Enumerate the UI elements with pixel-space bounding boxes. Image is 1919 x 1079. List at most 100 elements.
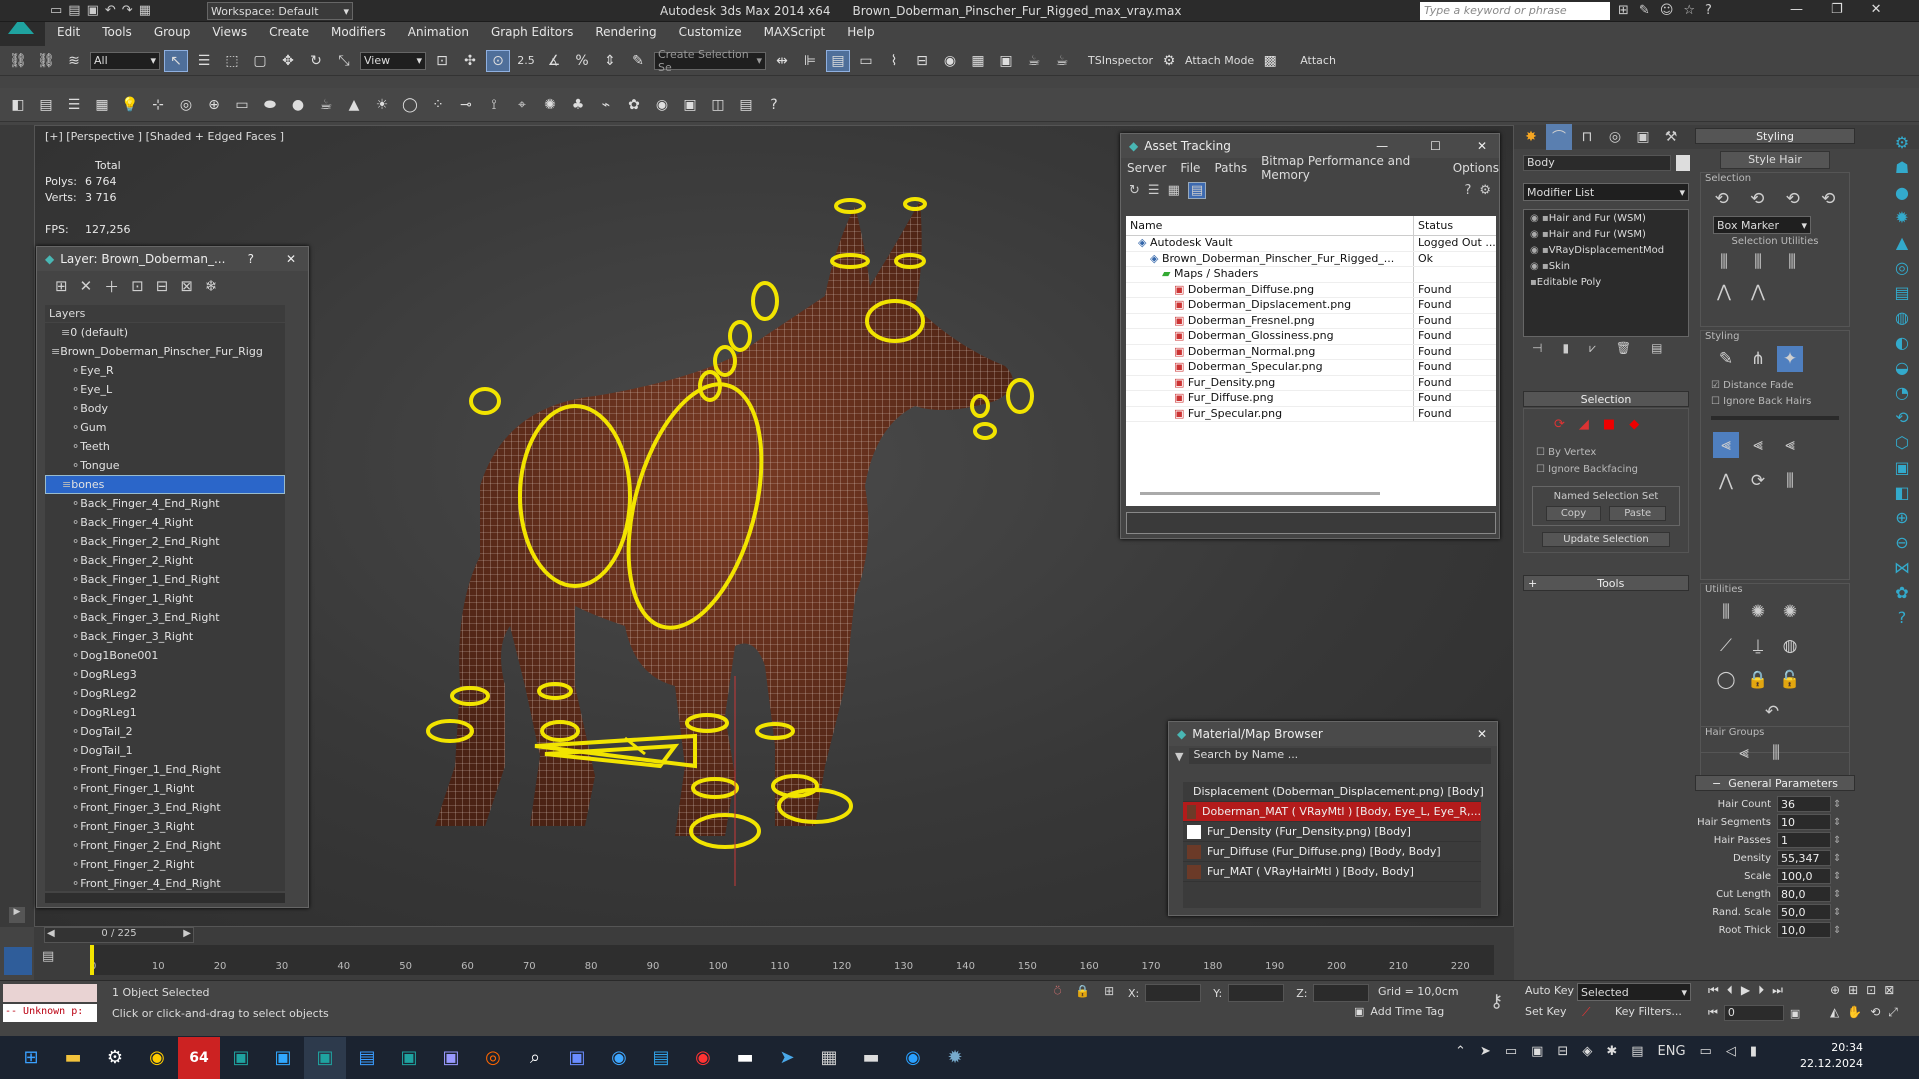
render-setup-icon[interactable]: ▦ — [966, 50, 990, 72]
after-effects-icon[interactable]: ▣ — [430, 1037, 472, 1079]
zoom-extents-icon[interactable]: ⊡ — [1866, 983, 1876, 997]
asset-row[interactable]: ▣ Doberman_Dipslacement.png Found — [1126, 298, 1496, 314]
hierarchy-tab-icon[interactable]: ⊓ — [1574, 124, 1600, 150]
bone-ring[interactable] — [751, 281, 779, 321]
time-slider[interactable]: ◀ 0 / 225 ▶ — [44, 927, 194, 943]
expand-selection-icon[interactable]: ⫼ — [1779, 249, 1805, 275]
layer-row[interactable]: ⚬ Teeth — [45, 437, 285, 456]
modifier-toggle-icon[interactable]: ◉ ▪ — [1530, 245, 1549, 256]
tray-app-icon-3[interactable]: ⊟ — [1557, 1044, 1568, 1059]
tray-app-icon-1[interactable]: ▭ — [1505, 1044, 1517, 1059]
network-icon[interactable]: ▭ — [1700, 1044, 1712, 1059]
next-frame-icon[interactable]: ⏵ — [1758, 983, 1764, 998]
3dsmax-active-icon[interactable]: ▣ — [304, 1036, 346, 1079]
asset-row[interactable]: ▣ Doberman_Specular.png Found — [1126, 360, 1496, 376]
schematic-view-icon[interactable]: ⊟ — [910, 50, 934, 72]
utilities-tab-icon[interactable]: ⚒ — [1658, 124, 1684, 150]
tool-strip-icon-5[interactable]: ▲ — [1896, 233, 1908, 252]
key-filter-icon[interactable]: ⟋ — [1582, 1005, 1590, 1020]
vray-render-icon[interactable]: ◫ — [706, 94, 730, 116]
pop-selected-icon[interactable]: ✺ — [1745, 599, 1771, 625]
minimize-icon[interactable]: — — [1790, 2, 1803, 17]
help-icon[interactable]: ? — [1464, 183, 1471, 198]
current-frame-marker[interactable] — [90, 945, 94, 975]
edit-named-selection-icon[interactable]: ✎ — [626, 50, 650, 72]
battery-icon[interactable]: ▮ — [1750, 1044, 1757, 1059]
bluetooth-icon[interactable]: ✱ — [1606, 1044, 1617, 1059]
layer-row[interactable]: ⚬ DogTail_1 — [45, 741, 285, 760]
parameter-spinner[interactable]: 10,0 — [1777, 922, 1831, 938]
auto-key-button[interactable]: Auto Key — [1525, 984, 1574, 997]
spinner-arrows-icon[interactable]: ⇕ — [1833, 925, 1841, 936]
layer-row[interactable]: ⚬ Front_Finger_1_End_Right — [45, 760, 285, 779]
layer-row[interactable]: ⚬ Back_Finger_3_End_Right — [45, 608, 285, 627]
attenuate-icon[interactable]: ⫼ — [1713, 599, 1739, 625]
z-coordinate-field[interactable] — [1313, 984, 1370, 1002]
tool-strip-icon-3[interactable]: ● — [1895, 183, 1909, 202]
tool-strip-icon-7[interactable]: ▤ — [1894, 283, 1909, 302]
asset-menu-options[interactable]: Options — [1453, 161, 1499, 175]
gear-app-icon[interactable]: ✹ — [934, 1037, 976, 1079]
x-coordinate-field[interactable] — [1145, 984, 1202, 1002]
layer-row[interactable]: ⚬ Front_Finger_3_End_Right — [45, 798, 285, 817]
hide-all-icon[interactable]: ⊠ — [180, 277, 193, 295]
rotate-icon[interactable]: ↻ — [304, 50, 328, 72]
copy-button[interactable]: Copy — [1545, 506, 1602, 521]
tool-strip-icon-1[interactable]: ⚙ — [1895, 133, 1909, 152]
motion-tab-icon[interactable]: ◎ — [1602, 124, 1628, 150]
parameter-spinner[interactable]: 80,0 — [1777, 886, 1831, 902]
tray-chevron-icon[interactable]: ⌃ — [1455, 1044, 1466, 1059]
search-icon[interactable]: ⌕ — [514, 1037, 556, 1079]
pop-zero-icon[interactable]: ✺ — [1777, 599, 1803, 625]
add-to-layer-icon[interactable]: ＋ — [104, 276, 119, 297]
parameter-spinner[interactable]: 55,347 — [1777, 850, 1831, 866]
make-unique-icon[interactable]: ⩗ — [1589, 341, 1596, 356]
layer-row[interactable]: ≡ 0 (default) — [45, 323, 285, 342]
modifier-stack-item[interactable]: ◉ ▪ VRayDisplacementMod — [1524, 242, 1688, 258]
asset-path-field[interactable] — [1126, 512, 1496, 534]
restore-icon[interactable]: ❐ — [1831, 2, 1843, 17]
sphere-primitive-icon[interactable]: ⬬ — [258, 94, 282, 116]
translate-brush-icon[interactable]: ⫷ — [1713, 432, 1739, 458]
select-hair-add-icon[interactable]: ⟲ — [1745, 186, 1771, 212]
save-icon[interactable]: ▣ — [556, 1037, 598, 1079]
spinner-arrows-icon[interactable]: ⇕ — [1833, 817, 1841, 828]
horizontal-scrollbar[interactable] — [45, 893, 285, 903]
asset-row[interactable]: ▣ Doberman_Fresnel.png Found — [1126, 313, 1496, 329]
bone-ring[interactable] — [1006, 378, 1034, 414]
spinner-snap-icon[interactable]: ⇕ — [598, 50, 622, 72]
tools-icon[interactable]: ✎ — [1639, 3, 1650, 18]
magnet-icon[interactable]: ⊸ — [454, 94, 478, 116]
hair-guide-icon[interactable]: ⟳ — [1554, 417, 1565, 432]
layer-row[interactable]: ⚬ Back_Finger_2_Right — [45, 551, 285, 570]
freeze-all-icon[interactable]: ❄ — [205, 277, 218, 295]
volume-icon[interactable]: ◁ — [1726, 1044, 1736, 1059]
menu-customize[interactable]: Customize — [679, 25, 742, 39]
selection-lock-icon[interactable]: 🔒 — [1075, 984, 1090, 999]
asset-menu-file[interactable]: File — [1180, 161, 1200, 175]
ignore-backfacing-checkbox[interactable]: ☐ — [1536, 464, 1548, 475]
select-in-layer-icon[interactable]: ⊡ — [131, 277, 144, 295]
notepad-icon[interactable]: ▤ — [346, 1037, 388, 1079]
scale-brush-icon[interactable]: ⫼ — [1777, 468, 1803, 494]
update-selection-button[interactable]: Update Selection — [1542, 532, 1670, 547]
ignore-back-hairs-checkbox[interactable]: ☐ — [1711, 396, 1723, 407]
unlink-icon[interactable]: ⛓ — [34, 50, 58, 72]
toggle-hair-icon[interactable]: ◯ — [1713, 667, 1739, 693]
layer-row[interactable]: ≡ bones — [45, 475, 285, 494]
cone-icon[interactable]: ▲ — [342, 94, 366, 116]
thumbnail-view-icon[interactable]: ▦ — [1168, 183, 1180, 198]
key-mode-toggle-icon[interactable]: ⏮ — [1708, 1006, 1718, 1020]
vray-tools-icon[interactable]: ▤ — [734, 94, 758, 116]
keyboard-shortcut-override-icon[interactable]: ⊙ — [486, 49, 510, 72]
layer-row[interactable]: ⚬ Tongue — [45, 456, 285, 475]
tool-strip-icon-6[interactable]: ◎ — [1895, 258, 1909, 277]
telegram-icon[interactable]: ➤ — [766, 1037, 808, 1079]
asset-menu-server[interactable]: Server — [1127, 161, 1166, 175]
tool-strip-icon-16[interactable]: ⊕ — [1895, 508, 1908, 527]
material-row[interactable]: Doberman_MAT ( VRayMtl ) [Body, Eye_L, E… — [1183, 802, 1481, 822]
lock-icon[interactable]: 🔒 — [1745, 667, 1771, 693]
style-hair-button[interactable]: Style Hair — [1720, 151, 1830, 169]
asset-row[interactable]: ▣ Doberman_Diffuse.png Found — [1126, 282, 1496, 298]
camera-icon[interactable]: ◉ — [892, 1037, 934, 1079]
